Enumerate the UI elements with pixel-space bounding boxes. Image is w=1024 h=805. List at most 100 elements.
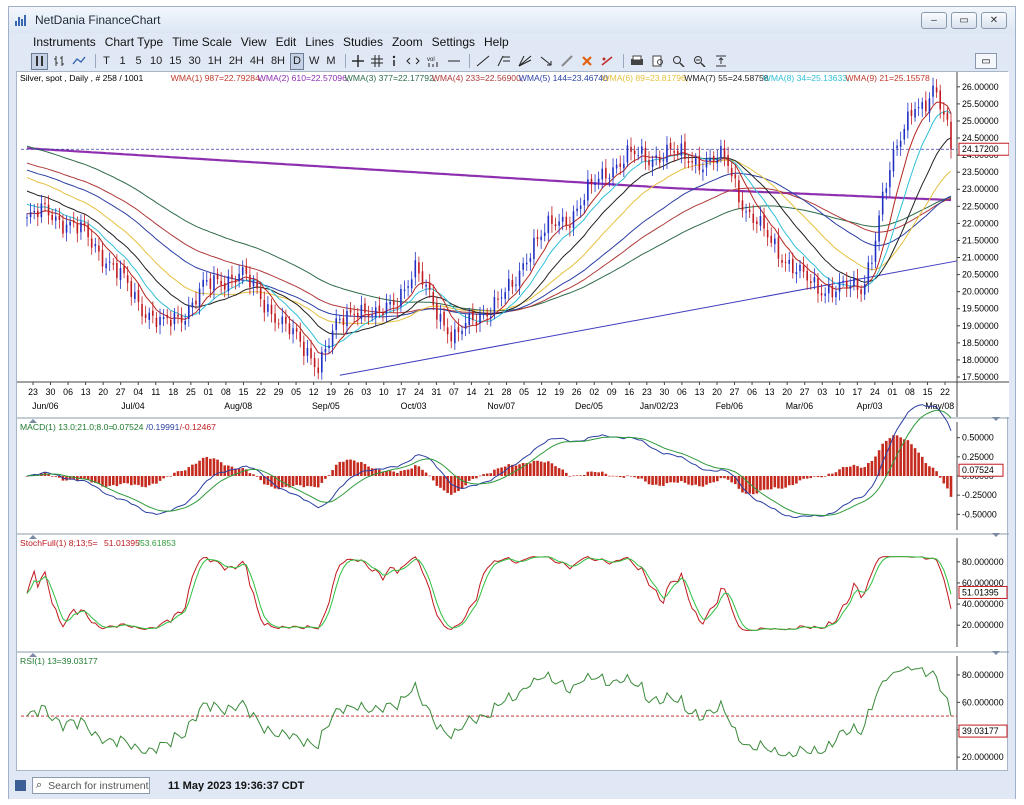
macd-histogram-bar xyxy=(115,476,119,487)
timescale-5min[interactable]: 5 xyxy=(132,53,145,70)
price-tick-label: 21.50000 xyxy=(962,235,999,245)
candle-body xyxy=(227,276,230,292)
menu-instruments[interactable]: Instruments xyxy=(33,35,96,49)
candle-body xyxy=(396,306,399,309)
menu-help[interactable]: Help xyxy=(484,35,509,49)
candle-body xyxy=(504,292,506,299)
volume-icon[interactable]: vol xyxy=(425,53,443,70)
macd-histogram-bar xyxy=(841,467,845,476)
grid-icon[interactable] xyxy=(369,53,385,70)
zoom-in-icon[interactable] xyxy=(670,53,688,70)
menu-lines[interactable]: Lines xyxy=(305,35,334,49)
timescale-10min[interactable]: 10 xyxy=(148,53,164,70)
candle-body xyxy=(69,221,71,226)
timescale-tick[interactable]: T xyxy=(100,53,113,70)
candle-body xyxy=(655,155,657,158)
menu-time-scale[interactable]: Time Scale xyxy=(172,35,232,49)
arrow-tool-icon[interactable] xyxy=(537,53,555,70)
menu-studies[interactable]: Studies xyxy=(343,35,383,49)
macd-histogram-bar xyxy=(180,470,183,476)
zoom-out-icon[interactable] xyxy=(691,53,709,70)
legend-entry: WMA(6) 89=23.81796, xyxy=(602,73,689,83)
window-controls: ‒ ▭ ✕ xyxy=(921,12,1007,29)
clear-icon[interactable] xyxy=(598,53,616,70)
macd-histogram-bar xyxy=(884,440,888,476)
timescale-monthly[interactable]: M xyxy=(324,53,337,70)
fan-icon[interactable] xyxy=(516,53,534,70)
candle-body xyxy=(712,155,715,162)
zoom-fit-icon[interactable] xyxy=(712,53,730,70)
macd-histogram-bar xyxy=(874,456,877,476)
candle-body xyxy=(497,298,499,300)
macd-histogram-bar xyxy=(662,476,665,486)
bar-chart-icon[interactable] xyxy=(31,52,48,70)
macd-histogram-bar xyxy=(582,474,586,476)
macd-histogram-bar xyxy=(449,476,453,495)
timescale-2h[interactable]: 2H xyxy=(227,53,245,70)
candle-body xyxy=(827,285,830,294)
crosshair-icon[interactable] xyxy=(350,53,366,70)
legend-entry: WMA(4) 233=22.56900, xyxy=(432,73,523,83)
maximize-button[interactable]: ▭ xyxy=(951,12,977,29)
ohlc-icon[interactable] xyxy=(51,53,67,70)
instrument-search-input[interactable]: ⌕ Search for instrument xyxy=(32,777,150,794)
candle-body xyxy=(698,155,701,171)
timescale-4h[interactable]: 4H xyxy=(248,53,266,70)
macd-tick-label: -0.50000 xyxy=(962,509,997,519)
timescale-daily[interactable]: D xyxy=(290,52,304,70)
candle-body xyxy=(292,328,294,335)
candle-body xyxy=(288,323,291,335)
candle-body xyxy=(756,221,758,225)
macd-histogram-bar xyxy=(917,452,920,476)
timescale-8h[interactable]: 8H xyxy=(269,53,287,70)
candle-body xyxy=(94,244,97,247)
candle-body xyxy=(338,319,341,321)
menu-chart-type[interactable]: Chart Type xyxy=(105,35,163,49)
candle-body xyxy=(925,100,927,112)
candle-body xyxy=(518,270,521,286)
candle-body xyxy=(252,280,255,287)
info-icon[interactable] xyxy=(388,53,401,70)
chart-canvas[interactable]: Silver, spot , Daily , # 258 / 1001 WMA(1… xyxy=(17,72,1010,772)
candle-body xyxy=(385,302,388,314)
candle-body xyxy=(702,169,704,173)
macd-histogram-bar xyxy=(798,476,802,481)
timescale-1min[interactable]: 1 xyxy=(116,53,129,70)
line-chart-icon[interactable] xyxy=(70,53,88,70)
chart-area[interactable]: Silver, spot , Daily , # 258 / 1001 WMA(1… xyxy=(16,71,1010,772)
macd-histogram-bar xyxy=(324,476,327,479)
candle-body xyxy=(245,265,248,274)
macd-histogram-bar xyxy=(309,476,313,487)
macd-histogram-bar xyxy=(644,476,647,482)
candle-body xyxy=(792,258,794,274)
candle-body xyxy=(392,299,395,305)
preview-icon[interactable] xyxy=(649,53,667,70)
timescale-weekly[interactable]: W xyxy=(307,53,321,70)
candle-body xyxy=(137,289,140,303)
trendline-icon[interactable] xyxy=(474,53,492,70)
menu-view[interactable]: View xyxy=(241,35,267,49)
timescale-1h[interactable]: 1H xyxy=(206,53,224,70)
fib-icon[interactable] xyxy=(495,53,513,70)
candle-body xyxy=(119,268,122,280)
menu-edit[interactable]: Edit xyxy=(276,35,297,49)
price-tick-label: 24.50000 xyxy=(962,133,999,143)
timescale-30min[interactable]: 30 xyxy=(187,53,203,70)
menu-settings[interactable]: Settings xyxy=(432,35,475,49)
pencil-icon[interactable] xyxy=(558,53,576,70)
minimize-button[interactable]: ‒ xyxy=(921,12,947,29)
macd-histogram-bar xyxy=(899,437,902,476)
print-icon[interactable] xyxy=(628,53,646,70)
candle-body xyxy=(802,265,805,272)
menu-zoom[interactable]: Zoom xyxy=(392,35,423,49)
delete-icon[interactable] xyxy=(579,53,595,70)
panel-toggle-button[interactable]: ▭ xyxy=(975,53,997,69)
h-line-icon[interactable] xyxy=(446,53,462,70)
title-bar[interactable]: NetDania FinanceChart ‒ ▭ ✕ xyxy=(9,7,1015,33)
close-button[interactable]: ✕ xyxy=(981,12,1007,29)
arrows-icon[interactable] xyxy=(404,53,422,70)
candle-body xyxy=(371,314,373,316)
macd-histogram-bar xyxy=(561,469,565,476)
macd-histogram-bar xyxy=(924,463,928,476)
timescale-15min[interactable]: 15 xyxy=(167,53,183,70)
